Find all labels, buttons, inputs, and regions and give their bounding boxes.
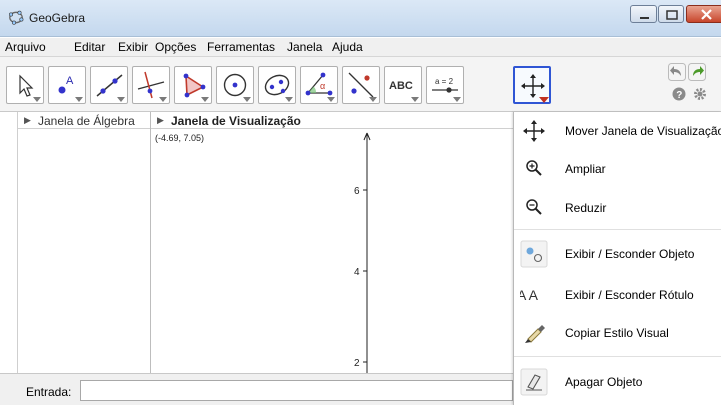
svg-text:A: A: [66, 75, 74, 87]
point-tool-button[interactable]: A: [48, 66, 86, 104]
maximize-icon: [666, 10, 678, 20]
undo-icon[interactable]: [668, 63, 686, 81]
menu-item-zoom-out[interactable]: Reduzir: [514, 189, 721, 227]
circle-tool-button[interactable]: [216, 66, 254, 104]
svg-text:a = 2: a = 2: [435, 77, 454, 86]
conic-tool-button[interactable]: [258, 66, 296, 104]
dropdown-arrow-icon: [33, 97, 41, 102]
dropdown-arrow-icon: [201, 97, 209, 102]
settings-gear-icon[interactable]: [693, 87, 707, 101]
menu-opcoes[interactable]: Opções: [155, 40, 196, 54]
help-icon[interactable]: ?: [672, 87, 686, 101]
graphics-view-title: Janela de Visualização: [171, 114, 301, 128]
input-bar: Entrada:: [0, 373, 513, 405]
slider-tool-button[interactable]: a = 2: [426, 66, 464, 104]
input-field[interactable]: [80, 380, 513, 401]
minimize-button[interactable]: [630, 5, 657, 23]
dropdown-arrow-icon: [453, 97, 461, 102]
menu-item-label: Mover Janela de Visualização: [565, 124, 721, 138]
brush-icon: [525, 325, 545, 343]
zoom-in-icon: [526, 160, 542, 176]
algebra-view[interactable]: ▶ Janela de Álgebra: [18, 112, 151, 373]
text-tool-button[interactable]: ABC: [384, 66, 422, 104]
move-tool-button[interactable]: [6, 66, 44, 104]
dropdown-arrow-icon: [117, 97, 125, 102]
tool-dropdown-menu: Mover Janela de Visualização Ampliar Red…: [513, 112, 721, 405]
perpendicular-line-tool-button[interactable]: [132, 66, 170, 104]
menu-ferramentas[interactable]: Ferramentas: [207, 40, 275, 54]
eraser-icon: [520, 368, 548, 396]
reflect-tool-button[interactable]: [342, 66, 380, 104]
close-icon: [701, 9, 712, 20]
menu-item-label: Exibir / Esconder Objeto: [565, 247, 695, 261]
maximize-button[interactable]: [658, 5, 684, 23]
y-tick-label-4: 4: [354, 267, 360, 278]
dropdown-arrow-icon: [369, 97, 377, 102]
graphics-view[interactable]: ▶ Janela de Visualização (-4.69, 7.05) 6…: [151, 112, 513, 373]
line-tool-button[interactable]: [90, 66, 128, 104]
dropdown-arrow-icon: [75, 97, 83, 102]
expand-arrow-icon[interactable]: ▶: [157, 115, 164, 126]
menu-item-zoom-in[interactable]: Ampliar: [514, 150, 721, 188]
y-tick-label-2: 2: [354, 358, 360, 369]
menu-arquivo[interactable]: Arquivo: [5, 40, 46, 54]
menu-ajuda[interactable]: Ajuda: [332, 40, 363, 54]
move-graphics-view-tool-button[interactable]: [513, 66, 551, 104]
redo-icon[interactable]: [688, 63, 706, 81]
show-hide-object-icon: [520, 240, 548, 268]
graphics-view-header[interactable]: ▶ Janela de Visualização: [151, 112, 513, 129]
svg-text:A A: A A: [520, 287, 539, 303]
menu-item-label: Apagar Objeto: [565, 375, 643, 389]
dropdown-arrow-icon: [243, 97, 251, 102]
window-title: GeoGebra: [29, 11, 86, 25]
svg-text:α: α: [320, 81, 325, 91]
menu-item-label: Copiar Estilo Visual: [565, 326, 669, 340]
menu-item-label: Ampliar: [565, 162, 606, 176]
title-bar[interactable]: GeoGebra: [0, 0, 721, 37]
dropdown-arrow-icon: [327, 97, 335, 102]
coordinate-axes: 6 4 2: [354, 132, 371, 373]
move-cross-icon: [523, 120, 545, 142]
toolbar: A α ABC a = 2 ?: [0, 57, 721, 112]
menu-item-label: Exibir / Esconder Rótulo: [565, 288, 694, 302]
dropdown-arrow-icon: [411, 97, 419, 102]
input-label: Entrada:: [26, 385, 72, 399]
dropdown-arrow-icon: [159, 97, 167, 102]
menu-separator: [514, 229, 721, 230]
menu-janela[interactable]: Janela: [287, 40, 322, 54]
algebra-view-header[interactable]: ▶ Janela de Álgebra: [18, 112, 150, 129]
geogebra-logo-icon: [8, 10, 24, 25]
menu-item-move-graphics-view[interactable]: Mover Janela de Visualização: [514, 112, 721, 150]
menu-editar[interactable]: Editar: [74, 40, 105, 54]
menu-item-delete-object[interactable]: Apagar Objeto: [514, 363, 721, 401]
minimize-icon: [640, 17, 649, 19]
menu-item-show-hide-object[interactable]: Exibir / Esconder Objeto: [514, 235, 721, 273]
svg-text:?: ?: [676, 90, 682, 101]
menu-item-copy-visual-style[interactable]: Copiar Estilo Visual: [514, 314, 721, 352]
angle-tool-button[interactable]: α: [300, 66, 338, 104]
dropdown-arrow-icon: [539, 97, 549, 103]
y-tick-label-6: 6: [354, 186, 360, 197]
menu-item-label: Reduzir: [565, 201, 607, 215]
close-button[interactable]: [686, 5, 721, 23]
zoom-out-icon: [526, 199, 542, 215]
svg-text:ABC: ABC: [389, 80, 413, 92]
algebra-view-title: Janela de Álgebra: [38, 114, 135, 128]
polygon-tool-button[interactable]: [174, 66, 212, 104]
left-margin-strip: [0, 112, 18, 373]
show-hide-label-icon: A A: [520, 287, 539, 303]
menu-exibir[interactable]: Exibir: [118, 40, 148, 54]
expand-arrow-icon[interactable]: ▶: [24, 115, 31, 126]
dropdown-arrow-icon: [285, 97, 293, 102]
menu-item-show-hide-label[interactable]: A A Exibir / Esconder Rótulo: [514, 276, 721, 314]
menu-bar: Arquivo Editar Exibir Opções Ferramentas…: [0, 38, 721, 57]
menu-separator: [514, 356, 721, 357]
